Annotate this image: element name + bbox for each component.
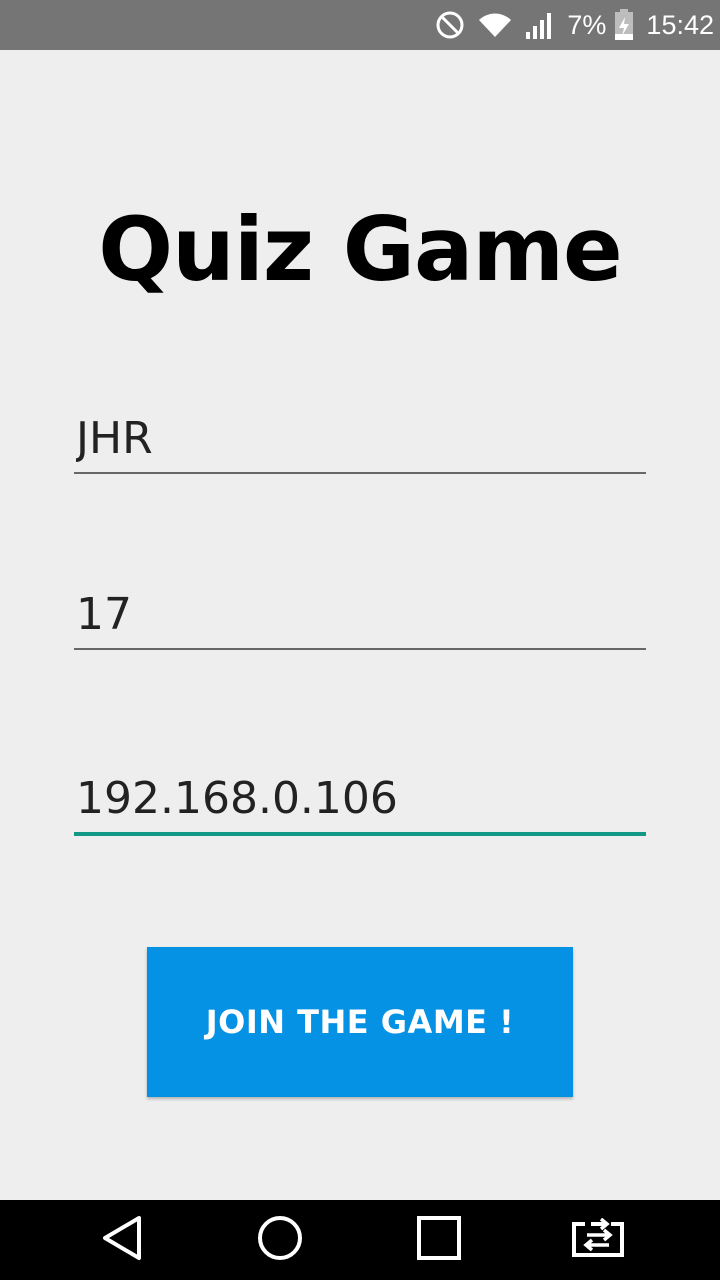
ip-address-field[interactable] xyxy=(74,770,646,826)
battery-charging-icon xyxy=(614,9,634,41)
clock: 15:42 xyxy=(646,9,714,40)
quiz-join-screen: 7% 15:42 Quiz Game JOIN THE GAME ! xyxy=(0,0,720,1280)
recents-button[interactable] xyxy=(379,1200,499,1280)
status-bar: 7% 15:42 xyxy=(0,0,720,50)
status-icons: 7% 15:42 xyxy=(435,0,714,50)
screen-share-icon xyxy=(571,1217,625,1263)
navigation-bar xyxy=(0,1200,720,1280)
wifi-icon xyxy=(477,11,513,39)
battery-percent: 7% xyxy=(567,9,607,40)
cell-signal-icon xyxy=(525,10,555,40)
name-field[interactable] xyxy=(74,410,646,466)
do-not-disturb-icon xyxy=(435,10,465,40)
number-field-underline xyxy=(74,648,646,650)
screen-share-button[interactable] xyxy=(538,1200,658,1280)
page-title: Quiz Game xyxy=(98,198,622,301)
back-button[interactable] xyxy=(62,1200,182,1280)
name-field-underline xyxy=(74,472,646,474)
number-field[interactable] xyxy=(74,586,646,642)
home-button[interactable] xyxy=(220,1200,340,1280)
ip-address-field-underline xyxy=(74,832,646,836)
back-icon xyxy=(100,1214,144,1267)
join-game-button[interactable]: JOIN THE GAME ! xyxy=(147,947,573,1097)
recents-icon xyxy=(417,1215,461,1265)
home-icon xyxy=(257,1215,303,1266)
